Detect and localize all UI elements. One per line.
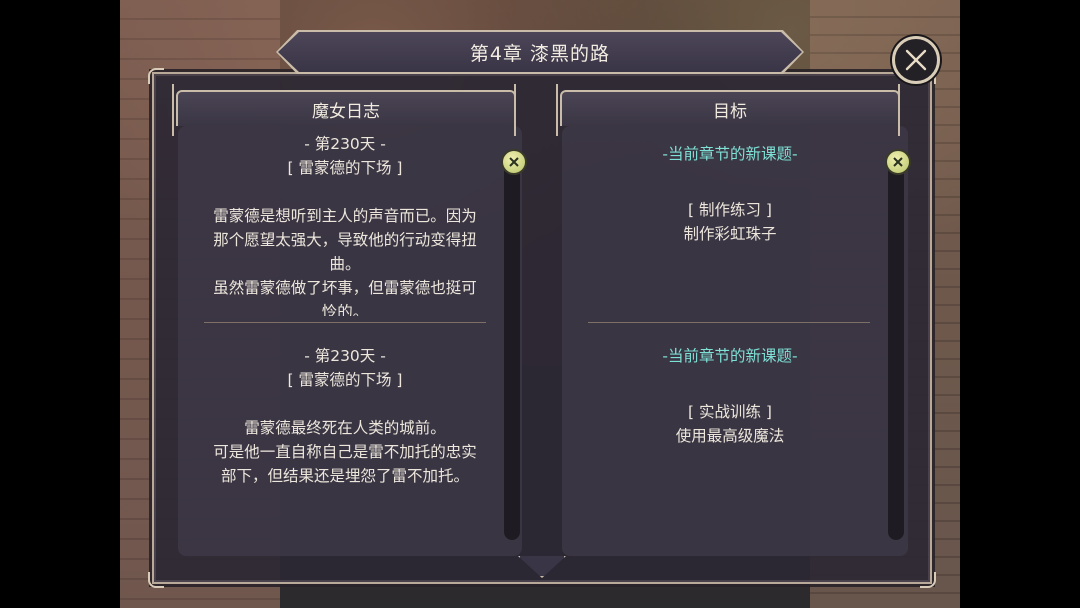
goal-category: [ 制作练习 ] <box>688 201 772 219</box>
journal-entry[interactable]: - 第230天 - [ 雷蒙德的下场 ] 雷蒙德是想听到主人的声音而已。因为 那… <box>200 132 490 316</box>
chapter-title: 第4章 漆黑的路 <box>469 42 611 65</box>
goal-category: [ 实战训练 ] <box>688 403 772 421</box>
entry-day: - 第230天 - <box>304 347 386 365</box>
entry-line: 那个愿望太强大，导致他的行动变得扭 <box>213 231 477 249</box>
goal-heading: -当前章节的新课题- <box>662 145 798 163</box>
entry-line: 怜的。 <box>321 303 369 316</box>
window-title-tab: 第4章 漆黑的路 <box>278 32 802 72</box>
entry-line: 曲。 <box>329 255 361 273</box>
goal-item[interactable]: -当前章节的新课题- [ 实战训练 ] 使用最高级魔法 <box>588 344 872 448</box>
close-icon <box>905 49 927 71</box>
close-button[interactable] <box>892 36 940 84</box>
scroll-knob-icon <box>893 157 903 167</box>
witch-journal-header: 魔女日志 <box>176 90 516 126</box>
frame-corner-ornament <box>920 572 936 588</box>
goals-header: 目标 <box>560 90 900 126</box>
entry-line: 可是他一直自称自己是雷不加托的忠实 <box>213 443 477 461</box>
goals-scrollbar[interactable] <box>888 150 904 540</box>
goal-task: 使用最高级魔法 <box>675 427 785 445</box>
entry-line: 部下，但结果还是埋怨了雷不加托。 <box>220 467 469 485</box>
entry-line: 雷蒙德是想听到主人的声音而已。因为 <box>213 207 477 225</box>
goal-task: 制作彩虹珠子 <box>683 225 777 243</box>
entry-line: 虽然雷蒙德做了坏事，但雷蒙德也挺可 <box>213 279 477 297</box>
journal-scroll-handle[interactable] <box>501 149 527 175</box>
goals-scroll-handle[interactable] <box>885 149 911 175</box>
witch-journal-title: 魔女日志 <box>312 101 380 122</box>
goal-item[interactable]: -当前章节的新课题- [ 制作练习 ] 制作彩虹珠子 <box>588 142 872 246</box>
frame-corner-ornament <box>148 68 164 84</box>
frame-corner-ornament <box>148 572 164 588</box>
entry-subtitle: [ 雷蒙德的下场 ] <box>287 159 403 177</box>
entry-line: 雷蒙德最终死在人类的城前。 <box>244 419 446 437</box>
entry-subtitle: [ 雷蒙德的下场 ] <box>287 371 403 389</box>
goal-heading: -当前章节的新课题- <box>662 347 798 365</box>
goal-divider <box>588 322 870 323</box>
scroll-knob-icon <box>509 157 519 167</box>
journal-entry[interactable]: - 第230天 - [ 雷蒙德的下场 ] 雷蒙德最终死在人类的城前。 可是他一直… <box>200 344 490 488</box>
journal-scrollbar[interactable] <box>504 150 520 540</box>
entry-divider <box>204 322 486 323</box>
entry-day: - 第230天 - <box>304 135 386 153</box>
goals-title: 目标 <box>713 101 747 122</box>
